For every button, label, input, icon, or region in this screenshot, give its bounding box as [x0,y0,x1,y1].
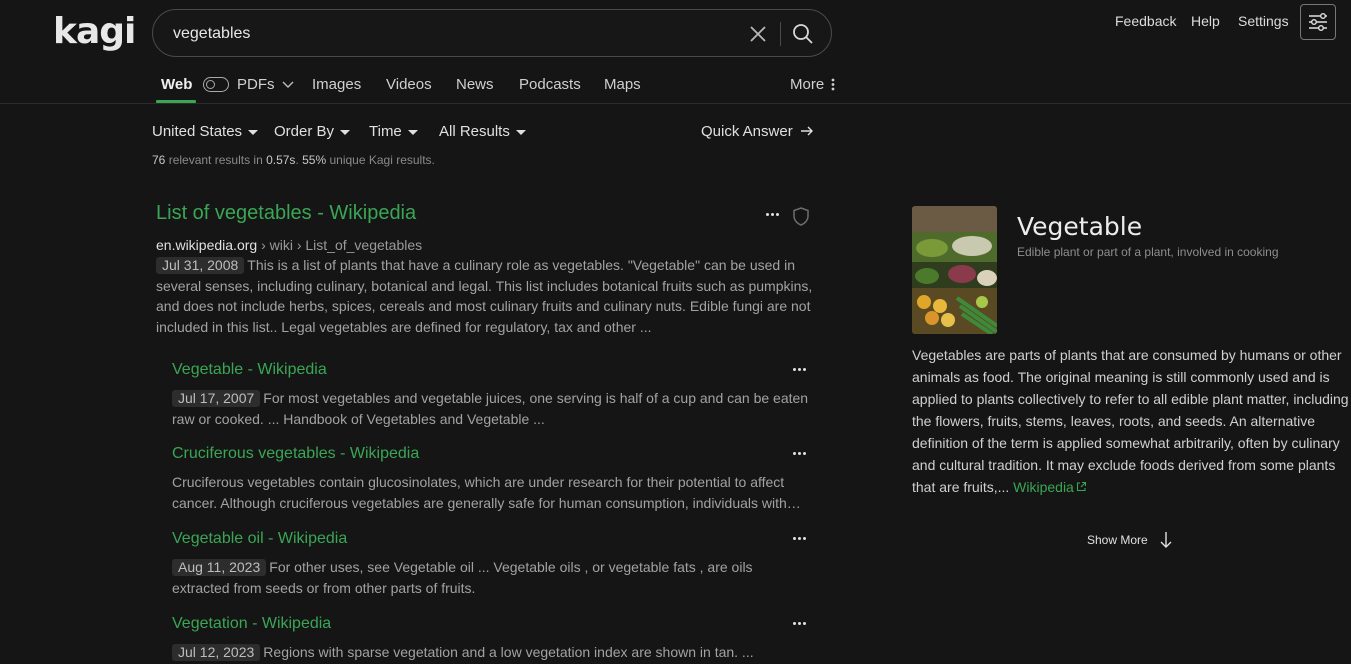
show-more-button[interactable]: Show More [1087,531,1173,549]
tab-web[interactable]: Web [161,76,192,93]
vegetable-image[interactable] [912,206,997,334]
kagi-logo[interactable]: kagi [53,14,136,54]
order-filter[interactable]: Order By [274,123,351,140]
search-divider [780,22,781,46]
tab-maps[interactable]: Maps [604,76,641,93]
chevron-down-icon [282,81,294,88]
sub-result-snippet: Jul 12, 2023 Regions with sparse vegetati… [172,642,812,663]
feedback-link[interactable]: Feedback [1115,13,1176,29]
knowledge-panel-subtitle: Edible plant or part of a plant, involve… [1017,245,1279,259]
sub-result-options-button[interactable] [792,365,808,375]
result-url[interactable]: en.wikipedia.org › wiki › List_of_vegeta… [156,237,422,253]
clear-search-button[interactable] [746,22,770,46]
results-stats: 76 relevant results in 0.57s. 55% unique… [152,153,435,167]
settings-link[interactable]: Settings [1238,13,1289,29]
time-filter[interactable]: Time [369,123,418,140]
sliders-icon [1309,12,1327,32]
search-icon [793,24,813,44]
sub-result-title-link[interactable]: Vegetation - Wikipedia [172,615,331,633]
close-icon [750,26,766,42]
shield-icon[interactable] [792,207,810,226]
result-date: Jul 17, 2007 [172,390,261,407]
external-link-icon [1076,481,1086,492]
sub-result-snippet: Aug 11, 2023 For other uses, see Vegetabl… [172,559,753,596]
sub-result-title-link[interactable]: Vegetable - Wikipedia [172,361,327,379]
arrow-right-icon [800,126,813,136]
logo-text: kagi [53,11,136,52]
search-bar [152,9,832,57]
result-date: Jul 12, 2023 [172,644,261,661]
tab-podcasts[interactable]: Podcasts [519,76,581,93]
sub-result-options-button[interactable] [792,449,808,459]
sub-result-snippet: Jul 17, 2007 For most vegetables and vege… [172,390,809,427]
arrow-down-icon [1160,532,1172,548]
result-title-link[interactable]: List of vegetables - Wikipedia [156,202,416,225]
sub-result-options-button[interactable] [792,619,808,629]
tab-pdfs[interactable]: PDFs [237,76,294,93]
search-input[interactable] [173,22,733,46]
sub-result-options-button[interactable] [792,534,808,544]
sub-result-title-link[interactable]: Cruciferous vegetables - Wikipedia [172,445,419,463]
search-button[interactable] [790,21,816,47]
wikipedia-source-link[interactable]: Wikipedia [1013,479,1087,495]
result-options-button[interactable] [765,210,781,220]
help-link[interactable]: Help [1191,13,1220,29]
result-date: Aug 11, 2023 [172,559,267,576]
result-date: Jul 31, 2008 [156,257,245,274]
knowledge-panel-description: Vegetables are parts of plants that are … [912,347,1349,495]
result-snippet: Jul 31, 2008 This is a list of plants tha… [156,257,813,335]
tab-news[interactable]: News [456,76,494,93]
tab-videos[interactable]: Videos [386,76,432,93]
tab-more[interactable]: More [790,76,836,93]
more-vertical-icon [831,78,835,91]
quick-answer-button[interactable]: Quick Answer [701,123,814,140]
tab-images[interactable]: Images [312,76,361,93]
results-filter[interactable]: All Results [439,123,526,140]
pdfs-toggle[interactable] [203,77,229,92]
sub-result-title-link[interactable]: Vegetable oil - Wikipedia [172,530,347,548]
region-filter[interactable]: United States [152,123,259,140]
header-divider [0,103,1351,104]
sub-result-snippet: Cruciferous vegetables contain glucosino… [172,474,801,511]
knowledge-panel-title: Vegetable [1017,212,1143,241]
menu-button[interactable] [1300,4,1336,40]
